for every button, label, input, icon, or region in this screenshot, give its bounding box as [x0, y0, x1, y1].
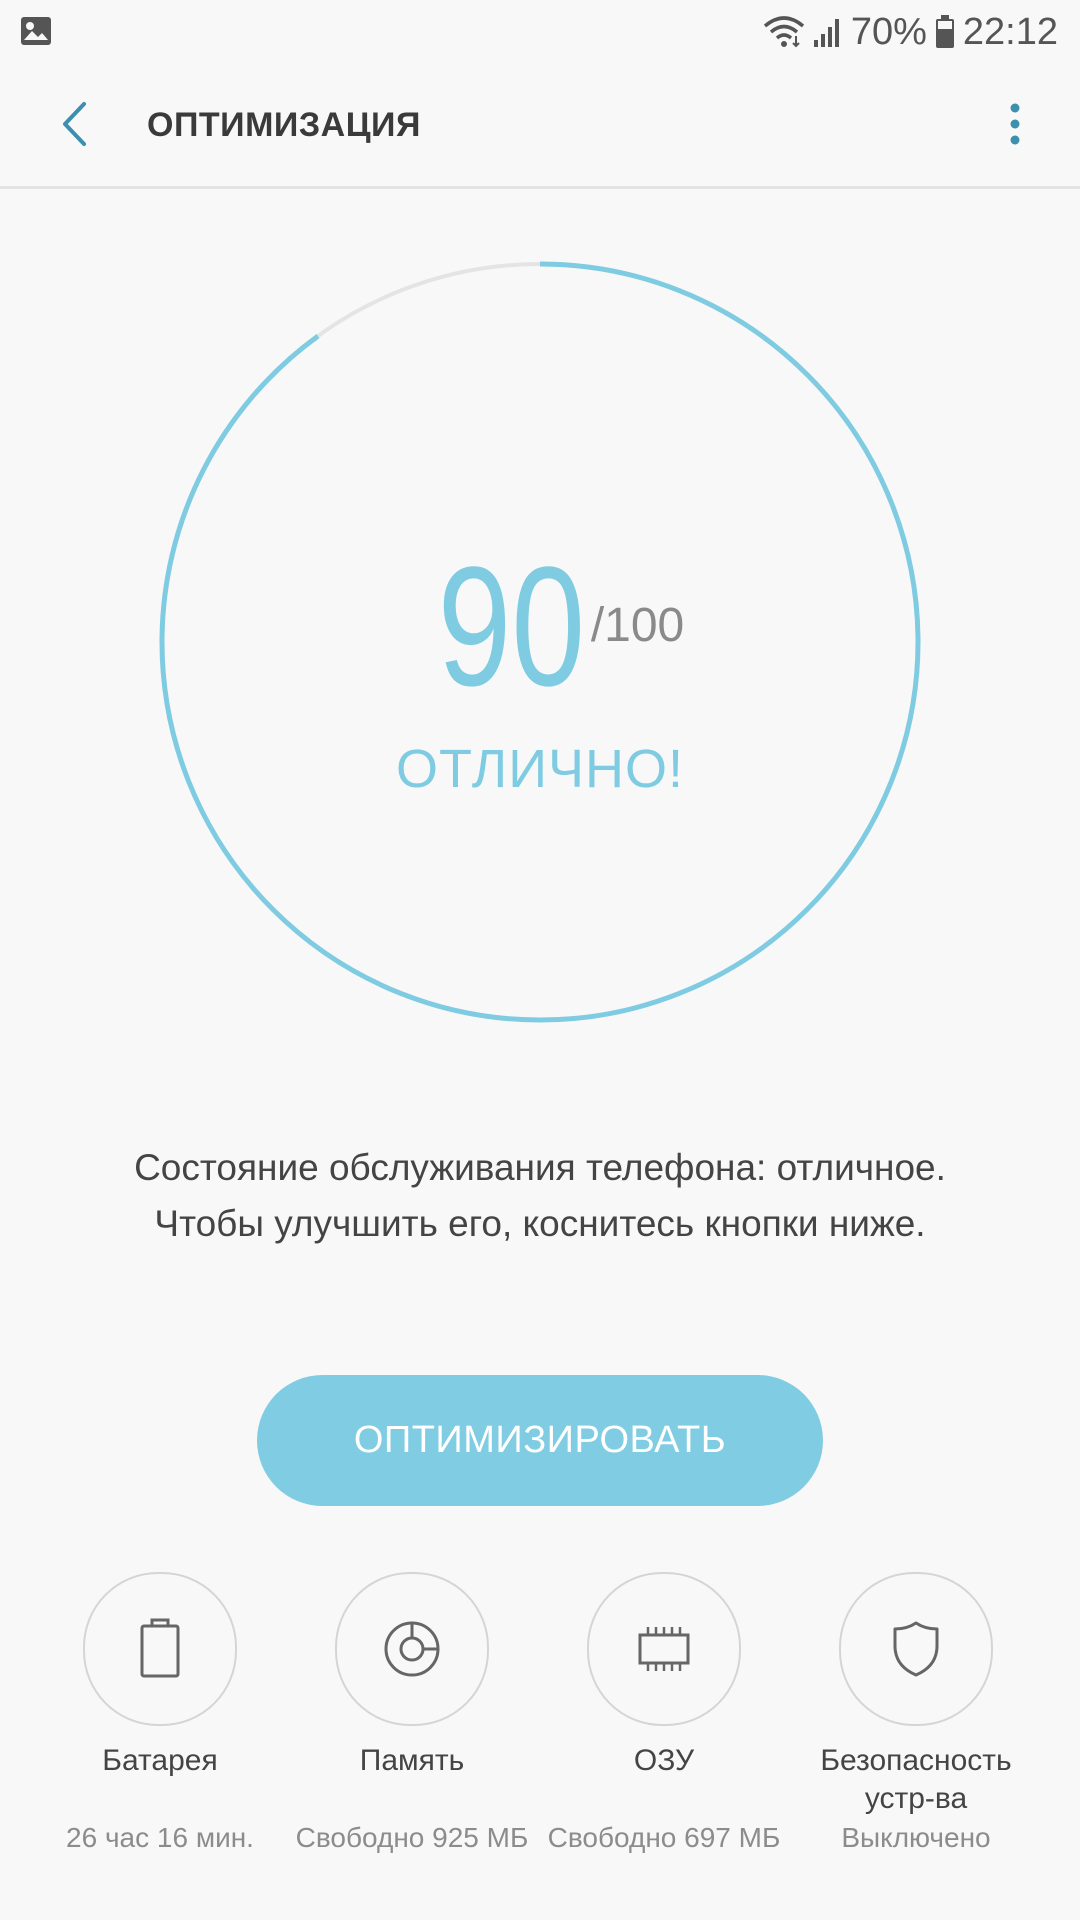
app-bar: ОПТИМИЗАЦИЯ: [0, 64, 1080, 189]
category-sub: Свободно 697 МБ: [547, 1822, 781, 1853]
score-status: ОТЛИЧНО!: [395, 739, 685, 799]
category-battery[interactable]: Батарея 26 час 16 мин.: [34, 1572, 286, 1854]
storage-icon: [384, 1621, 440, 1677]
category-ram-button[interactable]: [587, 1572, 741, 1726]
category-battery-button[interactable]: [83, 1572, 237, 1726]
battery-percent: 70%: [850, 10, 927, 53]
category-security-button[interactable]: [839, 1572, 993, 1726]
category-sub: Выключено: [841, 1822, 991, 1853]
description-line-1: Состояние обслуживания телефона: отлично…: [134, 1147, 946, 1188]
description-line-2: Чтобы улучшить его, коснитесь кнопки ниж…: [154, 1203, 926, 1244]
category-label: ОЗУ: [633, 1744, 695, 1777]
optimize-button[interactable]: ОПТИМИЗИРОВАТЬ: [257, 1375, 823, 1506]
back-button[interactable]: [44, 94, 104, 154]
category-sub: 26 час 16 мин.: [66, 1822, 254, 1853]
shield-icon: [893, 1621, 939, 1677]
battery-icon: [935, 15, 955, 49]
score-max: /100: [590, 599, 685, 652]
status-bar: 70% 22:12: [0, 0, 1080, 64]
wifi-icon: [763, 16, 805, 48]
signal-icon: [813, 16, 843, 48]
more-options-button[interactable]: [990, 94, 1040, 154]
category-sub: Свободно 925 МБ: [295, 1822, 529, 1853]
battery-icon: [140, 1618, 180, 1678]
category-storage[interactable]: Память Свободно 925 МБ: [286, 1572, 538, 1854]
ram-chip-icon: [638, 1627, 690, 1671]
category-storage-button[interactable]: [335, 1572, 489, 1726]
category-ram[interactable]: ОЗУ Свободно 697 МБ: [538, 1572, 790, 1854]
category-label: Безопасность устр-ва: [820, 1744, 1012, 1815]
status-time: 22:12: [962, 10, 1058, 53]
status-icons: 70% 22:12: [763, 0, 1058, 64]
score-value: 90: [437, 532, 585, 722]
description-text: Состояние обслуживания телефона: отлично…: [60, 1140, 1020, 1252]
more-vertical-icon: [1010, 103, 1020, 145]
category-label: Батарея: [102, 1744, 218, 1777]
score-display: 90 /100: [0, 532, 1080, 722]
category-label: Память: [359, 1744, 465, 1777]
chevron-left-icon: [63, 102, 86, 146]
page-title: ОПТИМИЗАЦИЯ: [147, 106, 421, 144]
category-security[interactable]: Безопасность устр-ва Выключено: [790, 1572, 1042, 1854]
image-icon: [20, 16, 52, 46]
optimization-screen: 70% 22:12 ОПТИМИЗАЦИЯ 90 /100 ОТЛИЧНО! С…: [0, 0, 1080, 1920]
